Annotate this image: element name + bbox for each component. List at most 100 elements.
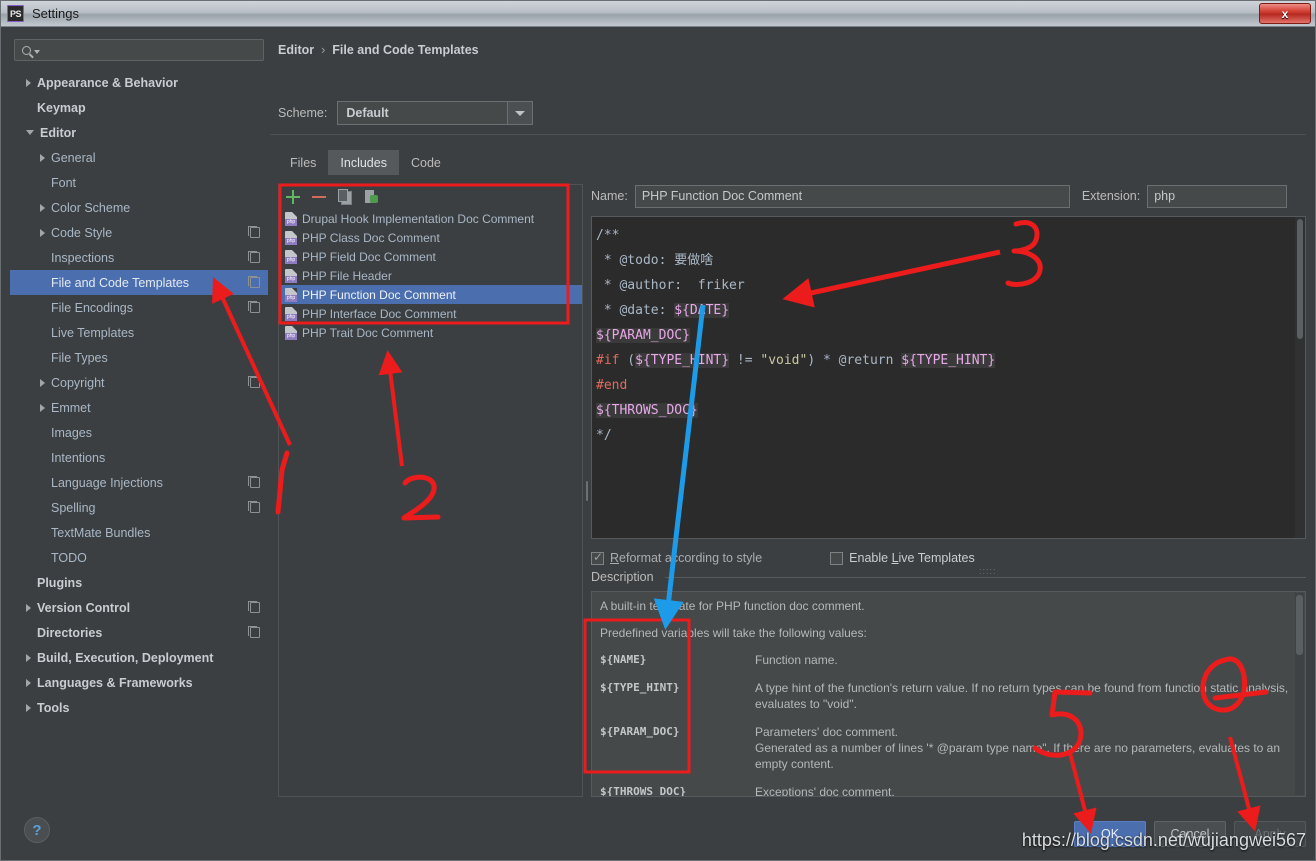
sidebar-item-label: Appearance & Behavior — [37, 75, 179, 90]
sidebar-item-spelling[interactable]: Spelling — [10, 495, 268, 520]
description-variable-name: ${THROWS_DOC} — [600, 785, 687, 797]
ok-button[interactable]: OK — [1074, 821, 1146, 847]
resize-grip-icon[interactable]: ::::: — [979, 566, 997, 576]
list-item[interactable]: PHP Class Doc Comment — [279, 228, 582, 247]
chevron-down-icon[interactable] — [507, 102, 533, 124]
sidebar-item-plugins[interactable]: Plugins — [10, 570, 268, 595]
list-item[interactable]: PHP Trait Doc Comment — [279, 323, 582, 342]
chevron-right-icon[interactable] — [40, 378, 45, 387]
sidebar-item-appearance-behavior[interactable]: Appearance & Behavior — [10, 70, 268, 95]
sidebar-item-label: Keymap — [37, 100, 86, 115]
help-icon: ? — [32, 821, 42, 839]
template-list[interactable]: Drupal Hook Implementation Doc Comment PH… — [279, 209, 582, 796]
panel-splitter[interactable] — [583, 184, 591, 797]
add-icon[interactable] — [285, 189, 301, 205]
sidebar-item-tools[interactable]: Tools — [10, 695, 268, 720]
list-item-label: PHP Field Doc Comment — [302, 249, 436, 264]
ok-button-label: OK — [1100, 827, 1120, 841]
chevron-right-icon[interactable] — [26, 653, 31, 662]
sidebar-item-label: Intentions — [51, 450, 106, 465]
sidebar-item-label: File Encodings — [51, 300, 133, 315]
dialog-footer: OK Cancel Apply — [1074, 821, 1306, 847]
sidebar-item-build-execution-deployment[interactable]: Build, Execution, Deployment — [10, 645, 268, 670]
help-button[interactable]: ? — [24, 817, 50, 843]
description-content: A built-in template for PHP function doc… — [592, 592, 1305, 797]
sidebar-item-version-control[interactable]: Version Control — [10, 595, 268, 620]
cancel-button[interactable]: Cancel — [1154, 821, 1226, 847]
list-item[interactable]: PHP Function Doc Comment — [279, 285, 582, 304]
sidebar-item-language-injections[interactable]: Language Injections — [10, 470, 268, 495]
sidebar-item-copyright[interactable]: Copyright — [10, 370, 268, 395]
sidebar-item-images[interactable]: Images — [10, 420, 268, 445]
sidebar-item-intentions[interactable]: Intentions — [10, 445, 268, 470]
breadcrumb-parent[interactable]: Editor — [278, 43, 314, 57]
chevron-right-icon[interactable] — [40, 203, 45, 212]
sidebar-item-font[interactable]: Font — [10, 170, 268, 195]
scheme-dropdown[interactable]: Default — [337, 101, 534, 125]
sidebar-item-emmet[interactable]: Emmet — [10, 395, 268, 420]
name-field[interactable]: PHP Function Doc Comment — [634, 184, 1070, 208]
sidebar-item-file-and-code-templates[interactable]: File and Code Templates — [10, 270, 268, 295]
search-input[interactable] — [14, 39, 264, 61]
sidebar-item-color-scheme[interactable]: Color Scheme — [10, 195, 268, 220]
scheme-label: Scheme: — [278, 106, 328, 120]
phpstorm-icon: PS — [7, 5, 24, 22]
breadcrumb-separator: › — [321, 43, 326, 57]
reformat-checkbox[interactable] — [591, 550, 604, 565]
chevron-right-icon[interactable] — [40, 228, 45, 237]
list-item[interactable]: PHP Field Doc Comment — [279, 247, 582, 266]
chevron-right-icon[interactable] — [26, 78, 31, 87]
sidebar-item-todo[interactable]: TODO — [10, 545, 268, 570]
description-variable-row: ${NAME} Function name. — [600, 652, 1297, 668]
sidebar-item-file-types[interactable]: File Types — [10, 345, 268, 370]
code-scrollbar-vertical[interactable] — [1295, 217, 1305, 538]
settings-detail-panel: Editor › File and Code Templates Scheme:… — [270, 28, 1314, 859]
apply-button[interactable]: Apply — [1234, 821, 1306, 847]
template-list-toolbar — [279, 185, 582, 209]
sidebar-item-live-templates[interactable]: Live Templates — [10, 320, 268, 345]
tab-files[interactable]: Files — [278, 150, 328, 175]
sidebar-item-general[interactable]: General — [10, 145, 268, 170]
sidebar-item-label: TextMate Bundles — [51, 525, 151, 540]
template-list-panel: Drupal Hook Implementation Doc Comment PH… — [278, 184, 583, 797]
chevron-right-icon[interactable] — [26, 603, 31, 612]
chevron-right-icon[interactable] — [40, 153, 45, 162]
tab-code[interactable]: Code — [399, 150, 453, 175]
template-code-editor[interactable]: /** * @todo: 要做啥 * @author: friker * @da… — [591, 216, 1306, 539]
chevron-right-icon[interactable] — [40, 403, 45, 412]
tab-includes[interactable]: Includes — [328, 150, 399, 175]
sidebar-item-file-encodings[interactable]: File Encodings — [10, 295, 268, 320]
description-variable-name: ${PARAM_DOC} — [600, 725, 680, 738]
description-scrollbar[interactable] — [1295, 593, 1304, 795]
sidebar-item-editor[interactable]: Editor — [10, 120, 268, 145]
sidebar-item-textmate-bundles[interactable]: TextMate Bundles — [10, 520, 268, 545]
list-item[interactable]: Drupal Hook Implementation Doc Comment — [279, 209, 582, 228]
sidebar-item-keymap[interactable]: Keymap — [10, 95, 268, 120]
chevron-right-icon[interactable] — [26, 703, 31, 712]
sidebar-item-inspections[interactable]: Inspections — [10, 245, 268, 270]
description-box[interactable]: A built-in template for PHP function doc… — [591, 591, 1306, 797]
live-templates-checkbox[interactable] — [830, 551, 844, 565]
chevron-right-icon[interactable] — [26, 678, 31, 687]
copy-scope-icon — [248, 501, 260, 513]
extension-value: php — [1154, 189, 1176, 203]
sidebar-item-directories[interactable]: Directories — [10, 620, 268, 645]
sidebar-item-code-style[interactable]: Code Style — [10, 220, 268, 245]
list-item[interactable]: PHP Interface Doc Comment — [279, 304, 582, 323]
list-item[interactable]: PHP File Header — [279, 266, 582, 285]
copy-icon[interactable] — [337, 189, 353, 205]
close-button[interactable]: x — [1259, 3, 1311, 24]
extension-field[interactable]: php — [1147, 184, 1288, 208]
template-tabs[interactable]: Files Includes Code — [278, 150, 453, 175]
chevron-down-icon[interactable] — [26, 130, 34, 135]
remove-icon[interactable] — [311, 189, 327, 205]
settings-tree[interactable]: Appearance & Behavior Keymap Editor General… — [10, 70, 268, 801]
copy-scope-icon — [248, 251, 260, 263]
reset-icon[interactable] — [363, 189, 379, 205]
sidebar-item-languages-frameworks[interactable]: Languages & Frameworks — [10, 670, 268, 695]
